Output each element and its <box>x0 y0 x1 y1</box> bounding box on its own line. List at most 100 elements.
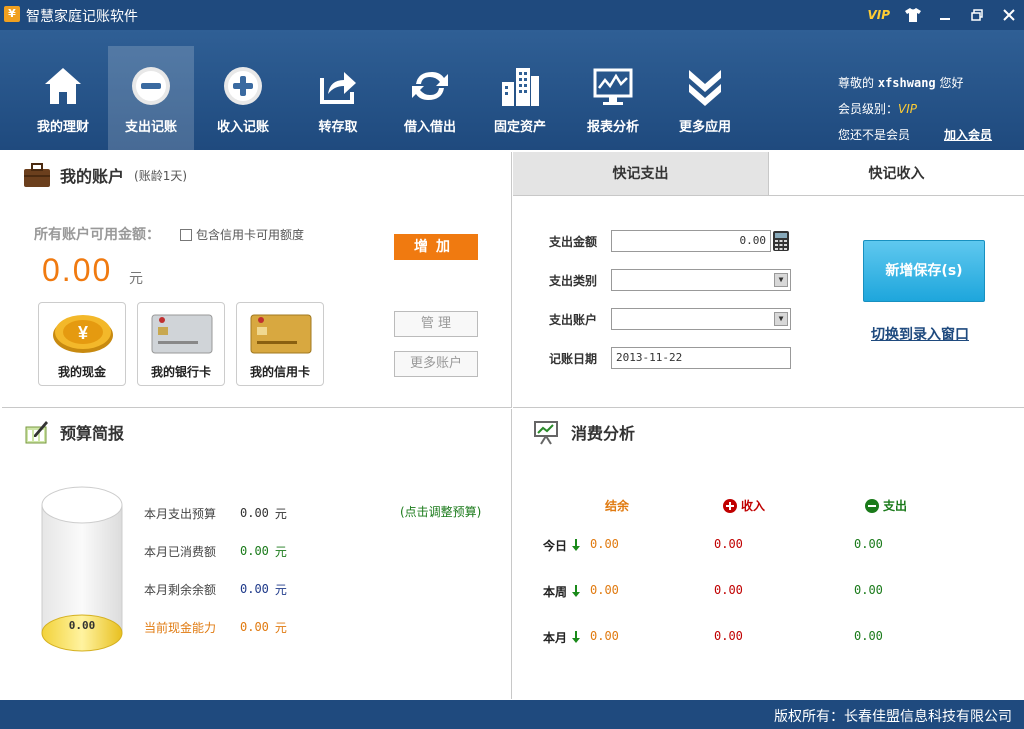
minus-circle-icon <box>132 67 170 105</box>
expense-minus-icon <box>865 498 879 513</box>
include-credit-label: 包含信用卡可用额度 <box>196 228 305 242</box>
analysis-income-value: 0.00 <box>714 537 743 551</box>
expense-category-select[interactable]: ▼ <box>611 269 791 291</box>
cash-coin-icon: ¥ <box>53 315 113 353</box>
available-amount-label: 所有账户可用金额： <box>34 227 160 243</box>
down-arrow-icon <box>572 539 581 551</box>
app-logo-icon: ¥ <box>4 6 20 22</box>
dropdown-arrow-icon[interactable]: ▼ <box>774 312 788 326</box>
toolbar-label: 借入借出 <box>403 120 456 135</box>
greeting-prefix: 尊敬的 <box>838 76 875 90</box>
close-icon[interactable] <box>1000 6 1018 24</box>
window-controls: VIP <box>867 4 1018 26</box>
double-chevron-down-icon <box>689 70 721 106</box>
budget-row-unit: 元 <box>274 620 287 635</box>
analysis-expense-value: 0.00 <box>854 583 883 597</box>
include-credit-checkbox[interactable]: 包含信用卡可用额度 <box>180 226 304 243</box>
checkbox-box[interactable] <box>180 228 192 241</box>
toolbar-income-entry[interactable]: 收入记账 <box>200 46 286 150</box>
analysis-balance-value: 0.00 <box>590 629 619 643</box>
refresh-arrows-icon <box>412 72 448 100</box>
cash-card-label: 我的现金 <box>57 365 106 379</box>
save-button[interactable]: 新增保存(s) <box>863 240 985 302</box>
cylinder-value: 0.00 <box>69 619 96 632</box>
tab-quick-income[interactable]: 快记收入 <box>769 152 1024 195</box>
toolbar-label: 支出记账 <box>124 120 177 135</box>
switch-entry-window-link[interactable]: 切换到录入窗口 <box>871 324 969 344</box>
budget-row-value: 0.00 <box>240 620 269 634</box>
expense-account-label: 支出账户 <box>549 312 598 327</box>
amount-unit: 元 <box>129 271 143 287</box>
toolbar-label: 我的理财 <box>36 120 89 135</box>
membership-status: 您还不是会员 <box>838 128 911 142</box>
toolbar-transfer[interactable]: 转存取 <box>295 46 381 150</box>
analysis-row-label: 今日 <box>543 537 583 554</box>
column-income: 收入 <box>723 497 765 514</box>
accounts-title: 我的账户 <box>60 167 125 186</box>
period-label: 今日 <box>543 538 568 553</box>
toolbar-fixed-assets[interactable]: 固定资产 <box>477 46 563 150</box>
toolbar-expense-entry[interactable]: 支出记账 <box>108 46 194 150</box>
adjust-budget-link[interactable]: (点击调整预算) <box>400 503 481 520</box>
buildings-icon <box>502 68 539 106</box>
more-accounts-button[interactable]: 更多账户 <box>394 351 478 377</box>
restore-icon[interactable] <box>968 6 986 24</box>
expense-account-select[interactable]: ▼ <box>611 308 791 330</box>
credit-card[interactable]: 我的信用卡 <box>236 302 324 386</box>
analysis-expense-value: 0.00 <box>854 537 883 551</box>
title-bar: ¥ 智慧家庭记账软件 VIP <box>0 0 1024 30</box>
bank-card-label: 我的银行卡 <box>150 365 211 379</box>
expense-category-row: 支出类别 ▼ <box>549 269 791 291</box>
analysis-row: 今日 <box>543 535 583 555</box>
add-account-button[interactable]: 增加 <box>394 234 478 260</box>
status-bar: 版权所有：长春佳盟信息科技有限公司 <box>0 700 1024 729</box>
tab-quick-expense[interactable]: 快记支出 <box>513 152 769 195</box>
dropdown-arrow-icon[interactable]: ▼ <box>774 273 788 287</box>
svg-text:¥: ¥ <box>78 323 88 343</box>
cash-card[interactable]: ¥ 我的现金 <box>38 302 126 386</box>
analysis-expense-value: 0.00 <box>854 629 883 643</box>
minimize-icon[interactable] <box>936 6 954 24</box>
copyright-text: 版权所有：长春佳盟信息科技有限公司 <box>774 709 1012 725</box>
entry-date-label: 记账日期 <box>549 351 598 366</box>
entry-date-input[interactable]: 2013-11-22 <box>611 347 791 369</box>
analysis-row: 本月 <box>543 627 583 647</box>
accounts-panel: 我的账户 (账龄1天) 所有账户可用金额： 包含信用卡可用额度 0.00 元 增… <box>2 152 512 408</box>
budget-row: 本月剩余余额 0.00 元 <box>144 579 287 599</box>
membership-row: 您还不是会员 加入会员 <box>838 122 1018 148</box>
member-level-label: 会员级别： <box>838 102 899 116</box>
budget-row-label: 本月支出预算 <box>144 506 217 521</box>
toolbar-my-finance[interactable]: 我的理财 <box>20 46 106 150</box>
budget-row: 当前现金能力 0.00 元 <box>144 617 287 637</box>
vip-badge[interactable]: VIP <box>867 8 890 22</box>
manage-button[interactable]: 管 理 <box>394 311 478 337</box>
column-income-label: 收入 <box>741 499 766 513</box>
analysis-balance-value: 0.00 <box>590 583 619 597</box>
toolbar-more-apps[interactable]: 更多应用 <box>662 46 748 150</box>
skin-shirt-icon[interactable] <box>904 6 922 24</box>
window-title: 智慧家庭记账软件 <box>26 9 138 25</box>
analysis-balance-value: 0.00 <box>590 537 619 551</box>
budget-row-label: 本月剩余余额 <box>144 582 217 597</box>
toolbar-label: 转存取 <box>318 120 358 135</box>
budget-row-unit: 元 <box>274 544 287 559</box>
main-toolbar: 我的理财 支出记账 收入记账 转存取 借入借出 固定资产 报表分析 更多应用 尊… <box>0 30 1024 150</box>
budget-title: 预算简报 <box>60 424 125 443</box>
greeting-suffix: 您好 <box>939 76 964 90</box>
column-balance: 结余 <box>605 497 629 514</box>
income-plus-icon <box>723 498 737 513</box>
toolbar-borrow-lend[interactable]: 借入借出 <box>387 46 473 150</box>
plus-circle-icon <box>224 67 262 105</box>
join-member-link[interactable]: 加入会员 <box>944 122 992 148</box>
budget-header: 预算简报 <box>22 417 124 447</box>
member-level-value: VIP <box>898 102 917 116</box>
toolbar-label: 报表分析 <box>586 120 639 135</box>
toolbar-label: 更多应用 <box>678 120 731 135</box>
credit-card-icon <box>250 314 312 354</box>
calculator-icon[interactable] <box>773 231 789 251</box>
expense-amount-input[interactable]: 0.00 <box>611 230 771 252</box>
column-expense: 支出 <box>865 497 907 514</box>
toolbar-reports[interactable]: 报表分析 <box>570 46 656 150</box>
budget-row-value: 0.00 <box>240 582 269 596</box>
bank-card[interactable]: 我的银行卡 <box>137 302 225 386</box>
